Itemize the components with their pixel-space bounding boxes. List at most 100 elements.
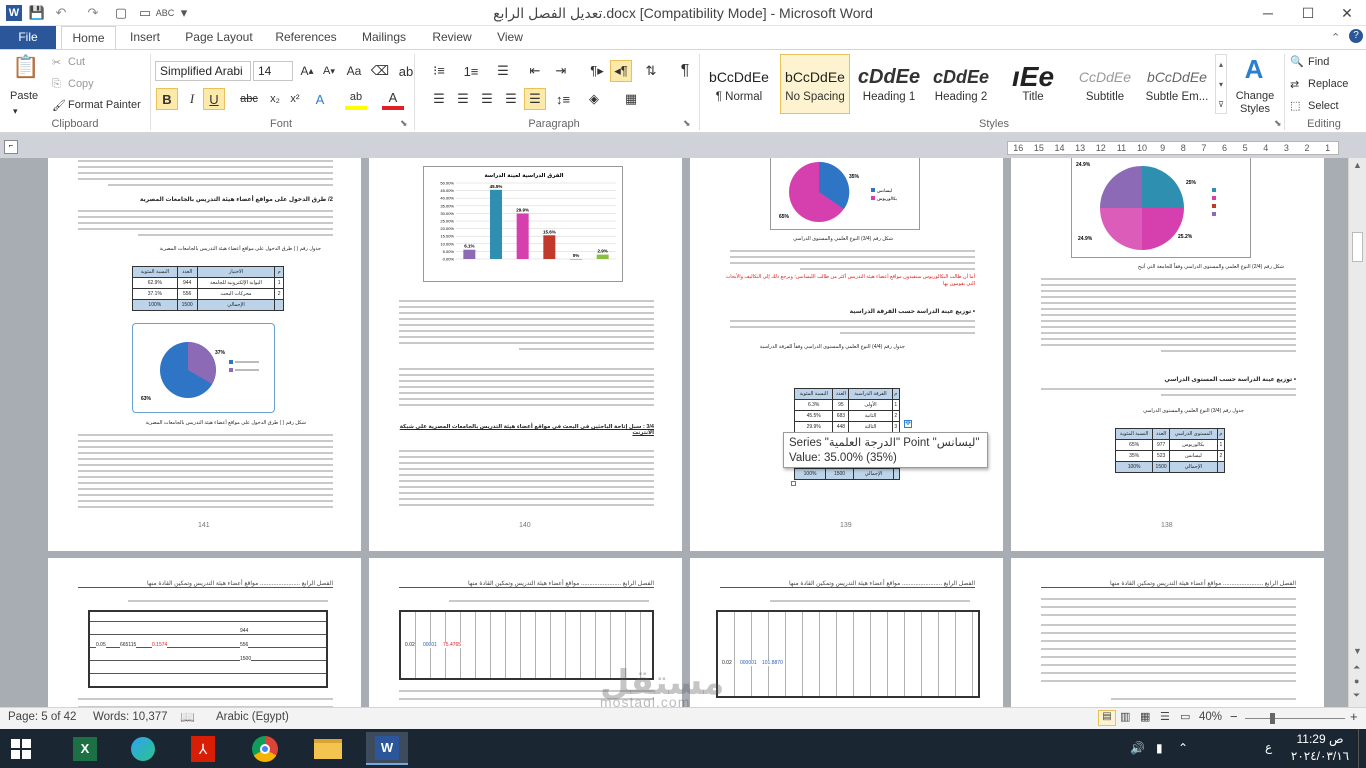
tab-home[interactable]: Home xyxy=(61,26,116,51)
word-count[interactable]: Words: 10,377 xyxy=(93,711,168,723)
highlight-color-icon[interactable]: ab xyxy=(345,88,367,110)
minimize-button[interactable]: ─ xyxy=(1248,0,1288,26)
page-bottom-3[interactable]: الفصل الرابع ........................ مو… xyxy=(690,558,1003,707)
zoom-slider-track[interactable] xyxy=(1245,718,1345,719)
superscript-button[interactable]: x² xyxy=(284,88,306,110)
font-dialog-launcher-icon[interactable]: ⬊ xyxy=(400,118,408,129)
tab-page-layout[interactable]: Page Layout xyxy=(178,26,260,50)
find-icon[interactable]: 🔍 xyxy=(1290,55,1304,68)
subscript-button[interactable]: x₂ xyxy=(264,88,286,110)
tab-mailings[interactable]: Mailings xyxy=(353,26,415,50)
acrobat-icon[interactable]: ⅄ xyxy=(182,732,224,765)
line-spacing-icon[interactable]: ↕≡ xyxy=(552,88,574,110)
browse-object-icon[interactable]: ● xyxy=(1354,676,1359,686)
change-styles-button[interactable]: Change Styles xyxy=(1230,90,1280,116)
maximize-button[interactable]: ☐ xyxy=(1288,0,1328,26)
text-effects-icon[interactable]: A xyxy=(309,88,331,110)
style-heading-1[interactable]: cDdEe Heading 1 xyxy=(854,54,924,114)
find-button[interactable]: Find xyxy=(1308,56,1329,68)
page-140[interactable]: 50.00% 45.00% 40.00% 35.00% 30.00% 25.00% 20.0… xyxy=(369,158,682,551)
paste-icon[interactable]: 📋 xyxy=(8,54,44,86)
system-tray-icon[interactable]: ⌃ xyxy=(1178,741,1188,755)
align-right-icon[interactable]: ☰ xyxy=(476,88,498,110)
ltr-direction-icon[interactable]: ¶▸ xyxy=(586,60,608,82)
outline-icon[interactable]: ☰ xyxy=(1160,710,1170,723)
bar-chart-frame[interactable]: 50.00% 45.00% 40.00% 35.00% 30.00% 25.00% 20.0… xyxy=(423,166,623,282)
zoom-slider-thumb[interactable] xyxy=(1270,713,1275,724)
zoom-out-icon[interactable]: − xyxy=(1230,709,1238,724)
align-center-icon[interactable]: ☰ xyxy=(452,88,474,110)
decrease-indent-icon[interactable]: ⇤ xyxy=(524,60,546,82)
bold-button[interactable]: B xyxy=(156,88,178,110)
excel-icon[interactable]: X xyxy=(64,732,106,765)
tab-references[interactable]: References xyxy=(270,26,342,50)
bar[interactable] xyxy=(570,259,582,260)
shading-icon[interactable]: ◈ xyxy=(583,88,605,110)
strikethrough-button[interactable]: abc xyxy=(238,88,260,110)
tab-view[interactable]: View xyxy=(488,26,532,50)
style-subtle-emphasis[interactable]: bCcDdEe Subtle Em... xyxy=(1142,54,1212,114)
page-139[interactable]: 35% 65% ليسانس بكالوريوس شكل رقم (3/4) ا… xyxy=(690,158,1003,551)
scroll-thumb[interactable] xyxy=(1352,232,1363,262)
align-left-icon[interactable]: ☰ xyxy=(428,88,450,110)
select-icon[interactable]: ⬚ xyxy=(1290,99,1300,112)
paste-button[interactable]: Paste xyxy=(10,90,38,102)
clear-formatting-icon[interactable]: ⌫ xyxy=(369,60,391,82)
language-indicator[interactable]: Arabic (Egypt) xyxy=(216,711,289,723)
full-screen-reading-icon[interactable]: ▥ xyxy=(1120,710,1130,723)
paste-dropdown-icon[interactable]: ▾ xyxy=(13,106,18,117)
horizontal-ruler[interactable]: 16 15 14 13 12 11 10 9 8 7 6 5 4 3 2 1 xyxy=(1007,141,1339,155)
page-138[interactable]: 24.9% 25% 25.2% 24.9% شكل رقم (2/4) النو… xyxy=(1011,158,1324,551)
underline-button[interactable]: U xyxy=(203,88,225,110)
edge-icon[interactable] xyxy=(122,732,164,765)
scroll-down-icon[interactable]: ▼ xyxy=(1353,646,1362,656)
format-painter-icon[interactable]: 🖌 xyxy=(52,99,66,112)
bullets-icon[interactable]: ⁝≡ xyxy=(428,60,450,82)
bar[interactable] xyxy=(463,249,476,259)
styles-scroll[interactable]: ▴ ▾ ⊽ xyxy=(1215,54,1227,114)
multilevel-list-icon[interactable]: ☰ xyxy=(492,60,514,82)
proofing-icon[interactable]: 📖 xyxy=(180,710,195,724)
replace-button[interactable]: Replace xyxy=(1308,78,1348,90)
print-layout-icon[interactable]: ▤ xyxy=(1098,710,1116,726)
vertical-scrollbar[interactable]: ▲ ▼ ⏶ ● ⏷ xyxy=(1348,158,1366,707)
paragraph-dialog-launcher-icon[interactable]: ⬊ xyxy=(683,118,691,129)
pie-chart-frame[interactable]: 37% 63% xyxy=(132,323,275,413)
move-handle-icon[interactable]: ✥ xyxy=(904,420,912,428)
style-heading-2[interactable]: cDdEe Heading 2 xyxy=(926,54,996,114)
resize-handle[interactable] xyxy=(791,481,796,486)
start-icon[interactable] xyxy=(0,732,42,765)
clock-date[interactable]: ٢٠٢٤/٠٣/١٦ xyxy=(1290,749,1350,763)
format-painter-button[interactable]: Format Painter xyxy=(68,99,141,111)
copy-button[interactable]: Copy xyxy=(68,78,94,90)
word-taskbar-icon[interactable]: W xyxy=(366,732,408,765)
select-button[interactable]: Select xyxy=(1308,100,1339,112)
bar[interactable] xyxy=(490,189,502,259)
network-icon[interactable]: ▮ xyxy=(1156,741,1163,755)
zoom-in-icon[interactable]: + xyxy=(1350,709,1358,724)
speaker-icon[interactable]: 🔊 xyxy=(1130,741,1145,755)
keyboard-language[interactable]: ع xyxy=(1265,740,1272,754)
numbering-icon[interactable]: 1≡ xyxy=(460,60,482,82)
justify-low-icon[interactable]: ☰ xyxy=(524,88,546,110)
increase-indent-icon[interactable]: ⇥ xyxy=(550,60,572,82)
show-desktop-button[interactable] xyxy=(1358,729,1366,768)
close-button[interactable]: ✕ xyxy=(1327,0,1366,26)
cut-button[interactable]: Cut xyxy=(68,56,85,68)
change-styles-icon[interactable]: A xyxy=(1234,54,1274,85)
tab-insert[interactable]: Insert xyxy=(120,26,170,50)
grow-font-icon[interactable]: A ▴ xyxy=(296,60,318,82)
bar[interactable] xyxy=(543,235,556,259)
font-size-box[interactable]: 14 xyxy=(253,61,293,81)
justify-icon[interactable]: ☰ xyxy=(500,88,522,110)
tab-review[interactable]: Review xyxy=(426,26,478,50)
tab-file[interactable]: File xyxy=(0,26,56,50)
italic-button[interactable]: I xyxy=(181,88,203,110)
style-title[interactable]: ıEe Title xyxy=(998,54,1068,114)
styles-dialog-launcher-icon[interactable]: ⬊ xyxy=(1274,118,1282,129)
copy-icon[interactable]: ⎘ xyxy=(52,78,61,91)
style-subtitle[interactable]: CcDdEe Subtitle xyxy=(1070,54,1140,114)
replace-icon[interactable]: ⇄ xyxy=(1290,78,1299,91)
font-name-box[interactable]: Simplified Arabi xyxy=(155,61,251,81)
pie-chart-frame[interactable]: 35% 65% ليسانس بكالوريوس xyxy=(770,158,920,230)
